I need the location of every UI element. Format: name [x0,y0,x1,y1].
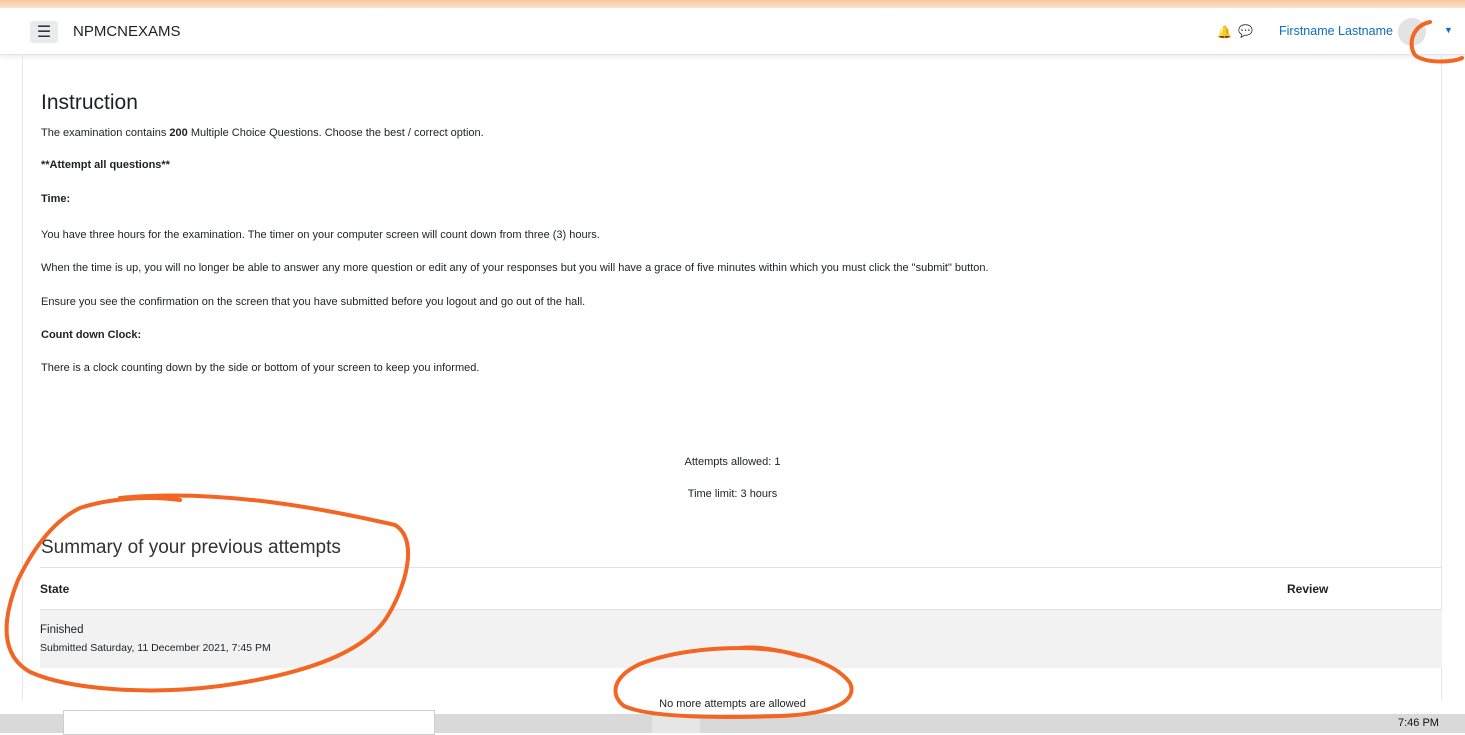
attempt-submitted-date: Submitted Saturday, 11 December 2021, 7:… [40,642,271,654]
navbar: ☰ NPMCNEXAMS 🔔 💬 Firstname Lastname ▼ [0,8,1465,55]
table-row: Finished Submitted Saturday, 11 December… [40,610,1442,668]
time-paragraph-1: You have three hours for the examination… [41,229,600,241]
intro-text-post: Multiple Choice Questions. Choose the be… [187,127,484,139]
time-paragraph-2: When the time is up, you will no longer … [41,262,989,274]
question-count: 200 [169,127,188,139]
table-header: State Review [40,567,1442,610]
taskbar-clock: 7:46 PM [1398,717,1439,729]
time-limit-text: Time limit: 3 hours [687,488,778,500]
intro-text-pre: The examination contains [41,127,170,139]
time-paragraph-3: Ensure you see the confirmation on the s… [41,296,586,308]
taskbar-app-button[interactable] [652,716,700,733]
attempt-all-text: **Attempt all questions** [41,159,170,171]
taskbar-search-box[interactable] [63,710,435,735]
column-header-review: Review [1287,582,1329,596]
hamburger-icon[interactable]: ☰ [30,21,58,43]
chat-bubble-icon[interactable]: 💬 [1238,24,1253,38]
summary-heading: Summary of your previous attempts [41,537,341,558]
no-more-attempts-text: No more attempts are allowed [659,698,806,710]
attempts-table: State Review Finished Submitted Saturday… [40,567,1442,668]
attempts-allowed-text: Attempts allowed: 1 [684,456,781,468]
avatar[interactable] [1398,18,1426,46]
top-accent-band [0,0,1465,8]
clock-heading: Count down Clock: [41,329,142,341]
bell-icon[interactable]: 🔔 [1217,25,1232,39]
intro-paragraph: The examination contains 200 Multiple Ch… [41,127,484,139]
attempt-state: Finished [40,624,84,636]
user-name-link[interactable]: Firstname Lastname [1279,24,1393,38]
clock-paragraph: There is a clock counting down by the si… [41,362,480,374]
column-header-state: State [40,582,70,596]
time-heading: Time: [41,193,71,205]
instruction-heading: Instruction [41,91,138,114]
caret-down-icon[interactable]: ▼ [1444,25,1453,35]
site-name-link[interactable]: NPMCNEXAMS [73,23,181,40]
